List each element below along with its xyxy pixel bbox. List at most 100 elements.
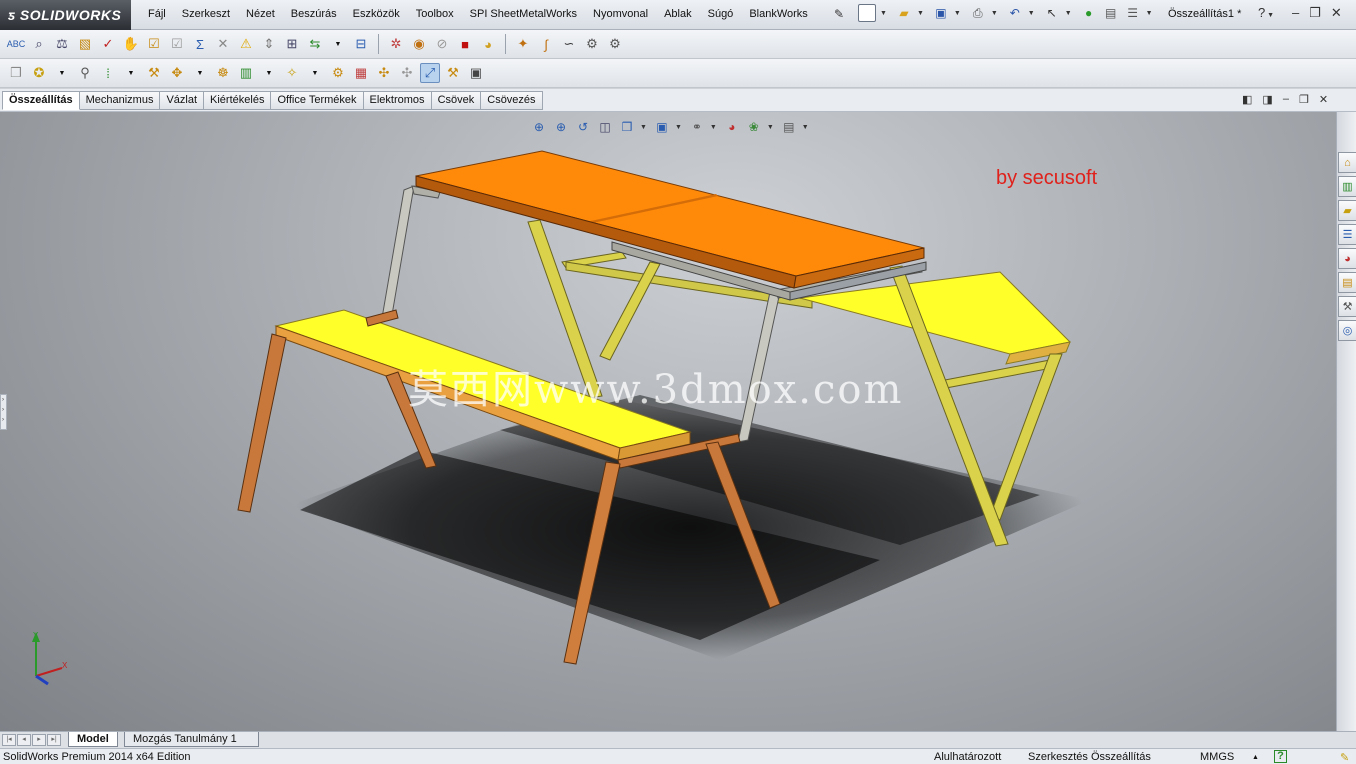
menu-tools[interactable]: Eszközök [345,8,408,20]
linear-pattern-icon[interactable]: ⁞ [98,63,118,83]
menu-routing[interactable]: Nyomvonal [585,8,656,20]
chevron-down-icon[interactable]: ▼ [880,10,887,17]
view-palette-icon[interactable]: ☰ [1338,224,1356,245]
sum-icon[interactable]: Σ [190,34,210,54]
solidworks-logo[interactable]: ƽ SOLIDWORKS [0,0,131,30]
menu-edit[interactable]: Szerkeszt [174,8,238,20]
tile-left-icon[interactable]: ◧ [1242,93,1252,106]
tab-model[interactable]: Model [68,732,118,747]
help-icon[interactable]: ? ▼ [1258,5,1274,20]
exploded-view-icon[interactable]: ✣ [374,63,394,83]
menu-help[interactable]: Súgó [700,8,742,20]
toolbox-icon[interactable]: ⚒ [1338,296,1356,317]
feature-manager-expand-handle[interactable]: › › › [0,394,7,430]
weld-icon[interactable]: ⚙ [582,34,602,54]
design-library-icon[interactable]: ▥ [1338,176,1356,197]
open-folder-icon[interactable]: ▰ [895,4,913,22]
next-tab-icon[interactable]: ▸ [32,734,46,746]
picnic-table-model[interactable] [0,112,1336,731]
tab-assembly[interactable]: Összeállítás [2,91,80,110]
chevron-down-icon[interactable]: ▼ [1028,10,1035,17]
interference-icon[interactable]: ✕ [213,34,233,54]
tab-piping[interactable]: Csövezés [481,91,543,110]
checkbox-gray-icon[interactable]: ☑ [167,34,187,54]
assembly-visualization-icon[interactable]: ✲ [386,34,406,54]
menu-blankworks[interactable]: BlankWorks [741,8,815,20]
move-component-icon[interactable]: ✥ [167,63,187,83]
smart-fasteners-icon[interactable]: ⚒ [144,63,164,83]
route-icon[interactable]: ✦ [513,34,533,54]
compare-icon[interactable]: ⇆ [305,34,325,54]
minimize-icon[interactable]: – [1292,5,1299,21]
hole-alignment-icon[interactable]: ⊞ [282,34,302,54]
spell-check-icon[interactable]: ABC [6,34,26,54]
restore-icon[interactable]: ❐ [1299,93,1309,106]
chevron-down-icon[interactable]: ▼ [328,34,348,54]
minimize-icon[interactable]: – [1283,93,1289,106]
help-icon[interactable]: ? [1274,750,1287,763]
no-entry-icon[interactable]: ⊘ [432,34,452,54]
hand-icon[interactable]: ✋ [121,34,141,54]
units-selector[interactable]: MMGS [1200,751,1234,763]
select-cursor-icon[interactable]: ↖ [1043,4,1061,22]
tab-electrical[interactable]: Elektromos [363,91,432,110]
chevron-down-icon[interactable]: ▼ [259,63,279,83]
warning-icon[interactable]: ⚠ [236,34,256,54]
file-explorer-icon[interactable]: ▰ [1338,200,1356,221]
print-icon[interactable]: ⎙ [969,4,987,22]
save-icon[interactable]: ▣ [932,4,950,22]
flange-icon[interactable]: ⚙ [605,34,625,54]
statistics-icon[interactable]: ⊟ [351,34,371,54]
new-motion-study-icon[interactable]: ⚙ [328,63,348,83]
check-icon[interactable]: ✓ [98,34,118,54]
measure-icon[interactable]: ⌕ [29,34,49,54]
insert-component-icon[interactable]: ❒ [6,63,26,83]
pencil-icon[interactable]: ✎ [1340,751,1349,764]
chevron-down-icon[interactable]: ▼ [954,10,961,17]
bill-of-materials-icon[interactable]: ▦ [351,63,371,83]
pin-icon[interactable]: ✎ [834,7,844,21]
first-tab-icon[interactable]: |◂ [2,734,16,746]
graphics-area[interactable]: ⊕ ⊕ ↺ ◫ ❒ ▼ ▣ ▼ ⚭ ▼ ◕ ❀ ▼ ▤ ▼ 莫西网www.3dm… [0,112,1336,731]
menu-window[interactable]: Ablak [656,8,700,20]
explode-line-sketch-icon[interactable]: ✣ [397,63,417,83]
rebuild-traffic-light-icon[interactable]: ● [1080,4,1098,22]
checkbox-icon[interactable]: ☑ [144,34,164,54]
spline-icon[interactable]: ∽ [559,34,579,54]
previous-tab-icon[interactable]: ◂ [17,734,31,746]
solidworks-resources-icon[interactable]: ⌂ [1338,152,1356,173]
chevron-down-icon[interactable]: ▼ [52,63,72,83]
new-document-icon[interactable] [858,4,876,22]
simulation-icon[interactable]: ◉ [409,34,429,54]
pipe-bend-icon[interactable]: ∫ [536,34,556,54]
menu-insert[interactable]: Beszúrás [283,8,345,20]
undo-icon[interactable]: ↶ [1006,4,1024,22]
close-icon[interactable]: ✕ [1331,5,1342,21]
tab-evaluate[interactable]: Kiértékelés [204,91,272,110]
assembly-features-icon[interactable]: ▥ [236,63,256,83]
chevron-up-icon[interactable]: ▲ [1252,754,1259,761]
take-snapshot-icon[interactable]: ▣ [466,63,486,83]
tab-pipes[interactable]: Csövek [431,91,482,110]
chevron-down-icon[interactable]: ▼ [121,63,141,83]
tile-right-icon[interactable]: ◨ [1262,93,1272,106]
chevron-down-icon[interactable]: ▼ [1146,10,1153,17]
menu-toolbox[interactable]: Toolbox [408,8,462,20]
mass-properties-icon[interactable]: ⚖ [52,34,72,54]
show-hidden-components-icon[interactable]: ☸ [213,63,233,83]
new-part-icon[interactable]: ✪ [29,63,49,83]
reference-geometry-icon[interactable]: ✧ [282,63,302,83]
file-properties-icon[interactable]: ▤ [1102,4,1120,22]
chevron-down-icon[interactable]: ▼ [305,63,325,83]
red-square-icon[interactable]: ■ [455,34,475,54]
tab-sketch[interactable]: Vázlat [160,91,205,110]
solidworks-forum-icon[interactable]: ◎ [1338,320,1356,341]
last-tab-icon[interactable]: ▸| [47,734,61,746]
tab-motion-study-1[interactable]: Mozgás Tanulmány 1 [124,732,259,747]
chevron-down-icon[interactable]: ▼ [917,10,924,17]
chevron-down-icon[interactable]: ▼ [190,63,210,83]
instant3d-icon[interactable]: ⤢ [420,63,440,83]
tab-office-products[interactable]: Office Termékek [271,91,364,110]
chevron-down-icon[interactable]: ▼ [991,10,998,17]
menu-view[interactable]: Nézet [238,8,283,20]
